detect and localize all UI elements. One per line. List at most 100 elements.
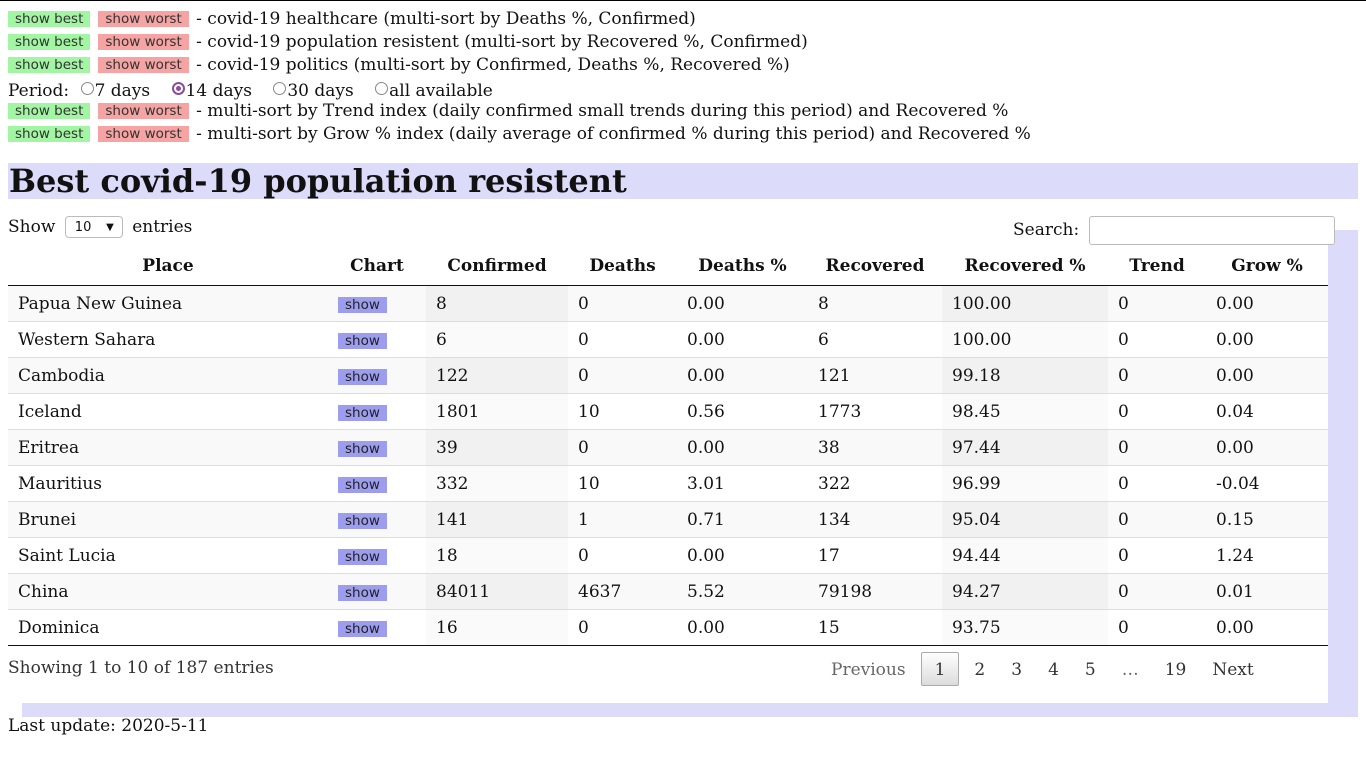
- cell-deaths-pct: 0.00: [677, 285, 808, 322]
- period-label: Period:: [8, 81, 70, 101]
- column-header-grow-pct[interactable]: Grow %: [1206, 247, 1328, 286]
- sort-row-grow: show best show worst - multi-sort by Grow…: [8, 123, 1031, 145]
- cell-deaths: 4637: [568, 573, 677, 610]
- column-header-deaths[interactable]: Deaths: [568, 247, 677, 286]
- cell-chart: show: [328, 609, 426, 646]
- column-header-trend[interactable]: Trend: [1108, 247, 1206, 286]
- show-chart-button[interactable]: show: [338, 584, 387, 601]
- column-header-recovered-pct[interactable]: Recovered %: [942, 247, 1108, 286]
- show-chart-button[interactable]: show: [338, 440, 387, 457]
- cell-grow-pct: -0.04: [1206, 465, 1328, 502]
- cell-place: Eritrea: [8, 429, 328, 466]
- show-best-healthcare-button[interactable]: show best: [8, 11, 91, 27]
- show-chart-button[interactable]: show: [338, 404, 387, 421]
- show-best-population-button[interactable]: show best: [8, 34, 91, 50]
- column-header-place[interactable]: Place: [8, 247, 328, 286]
- period-option-label[interactable]: all available: [389, 81, 493, 101]
- cell-trend: 0: [1108, 285, 1206, 322]
- column-header-chart[interactable]: Chart: [328, 247, 426, 286]
- cell-recovered: 8: [808, 285, 942, 322]
- column-header-recovered[interactable]: Recovered: [808, 247, 942, 286]
- cell-deaths-pct: 5.52: [677, 573, 808, 610]
- show-chart-button[interactable]: show: [338, 368, 387, 385]
- table-row: Saint Lucia show 18 0 0.00 17 94.44 0 1.24: [8, 537, 1328, 574]
- show-best-trend-button[interactable]: show best: [8, 103, 91, 119]
- cell-chart: show: [328, 429, 426, 466]
- next-page-button[interactable]: Next: [1199, 652, 1266, 686]
- cell-chart: show: [328, 537, 426, 574]
- period-7-days-radio[interactable]: [80, 82, 94, 95]
- period-all-available-radio[interactable]: [375, 82, 389, 95]
- cell-trend: 0: [1108, 357, 1206, 394]
- cell-confirmed: 8: [426, 285, 568, 322]
- cell-trend: 0: [1108, 537, 1206, 574]
- cell-trend: 0: [1108, 321, 1206, 358]
- cell-deaths: 10: [568, 465, 677, 502]
- cell-deaths: 1: [568, 501, 677, 538]
- cell-chart: show: [328, 393, 426, 430]
- table-row: Brunei show 141 1 0.71 134 95.04 0 0.15: [8, 501, 1328, 538]
- cell-confirmed: 332: [426, 465, 568, 502]
- show-chart-button[interactable]: show: [338, 512, 387, 529]
- cell-recovered: 79198: [808, 573, 942, 610]
- period-30-days-radio[interactable]: [273, 82, 287, 95]
- entries-select[interactable]: 10 ▼: [64, 216, 123, 238]
- search-input[interactable]: [1088, 216, 1335, 245]
- cell-grow-pct: 0.00: [1206, 609, 1328, 646]
- show-worst-population-button[interactable]: show worst: [98, 34, 189, 50]
- cell-place: China: [8, 573, 328, 610]
- show-chart-button[interactable]: show: [338, 548, 387, 565]
- show-label: Show: [8, 217, 56, 237]
- show-chart-button[interactable]: show: [338, 620, 387, 637]
- show-best-grow-button[interactable]: show best: [8, 126, 91, 142]
- cell-recovered-pct: 98.45: [942, 393, 1108, 430]
- period-option-label[interactable]: 14 days: [186, 81, 252, 101]
- chevron-down-icon: ▼: [106, 222, 114, 233]
- cell-grow-pct: 1.24: [1206, 537, 1328, 574]
- show-worst-healthcare-button[interactable]: show worst: [98, 11, 189, 27]
- sort-description: - multi-sort by Grow % index (daily aver…: [196, 124, 1031, 144]
- show-chart-button[interactable]: show: [338, 476, 387, 493]
- cell-chart: show: [328, 501, 426, 538]
- table-row: China show 84011 4637 5.52 79198 94.27 0 0.01: [8, 573, 1328, 610]
- table-info: Showing 1 to 10 of 187 entries: [8, 658, 274, 678]
- page-19-button[interactable]: 19: [1152, 652, 1200, 686]
- column-header-confirmed[interactable]: Confirmed: [426, 247, 568, 286]
- page-1-button[interactable]: 1: [920, 652, 960, 686]
- period-option-label[interactable]: 7 days: [95, 81, 151, 101]
- period-14-days-radio[interactable]: [171, 82, 185, 95]
- column-header-deaths-pct[interactable]: Deaths %: [677, 247, 808, 286]
- table-row: Cambodia show 122 0 0.00 121 99.18 0 0.00: [8, 357, 1328, 394]
- period-selector: Period: 7 days 14 days 30 days all avail…: [8, 80, 503, 102]
- show-worst-grow-button[interactable]: show worst: [98, 126, 189, 142]
- cell-chart: show: [328, 465, 426, 502]
- show-worst-politics-button[interactable]: show worst: [98, 57, 189, 73]
- page-5-button[interactable]: 5: [1072, 652, 1109, 686]
- cell-deaths-pct: 0.00: [677, 429, 808, 466]
- show-chart-button[interactable]: show: [338, 332, 387, 349]
- cell-confirmed: 6: [426, 321, 568, 358]
- period-option-label[interactable]: 30 days: [287, 81, 353, 101]
- cell-grow-pct: 0.00: [1206, 357, 1328, 394]
- cell-grow-pct: 0.04: [1206, 393, 1328, 430]
- cell-recovered: 1773: [808, 393, 942, 430]
- page-4-button[interactable]: 4: [1035, 652, 1072, 686]
- cell-recovered: 134: [808, 501, 942, 538]
- page-3-button[interactable]: 3: [998, 652, 1035, 686]
- sort-row-politics: show best show worst - covid-19 politics …: [8, 54, 790, 76]
- table-row: Mauritius show 332 10 3.01 322 96.99 0 -0.04: [8, 465, 1328, 502]
- previous-page-button[interactable]: Previous: [818, 652, 919, 686]
- cell-chart: show: [328, 357, 426, 394]
- show-worst-trend-button[interactable]: show worst: [98, 103, 189, 119]
- cell-place: Cambodia: [8, 357, 328, 394]
- show-chart-button[interactable]: show: [338, 296, 387, 313]
- page-2-button[interactable]: 2: [961, 652, 998, 686]
- cell-recovered-pct: 96.99: [942, 465, 1108, 502]
- cell-confirmed: 39: [426, 429, 568, 466]
- cell-recovered: 121: [808, 357, 942, 394]
- cell-chart: show: [328, 285, 426, 322]
- cell-trend: 0: [1108, 609, 1206, 646]
- sort-row-trend: show best show worst - multi-sort by Tren…: [8, 100, 1008, 122]
- show-best-politics-button[interactable]: show best: [8, 57, 91, 73]
- sort-description: - covid-19 population resistent (multi-s…: [196, 32, 808, 52]
